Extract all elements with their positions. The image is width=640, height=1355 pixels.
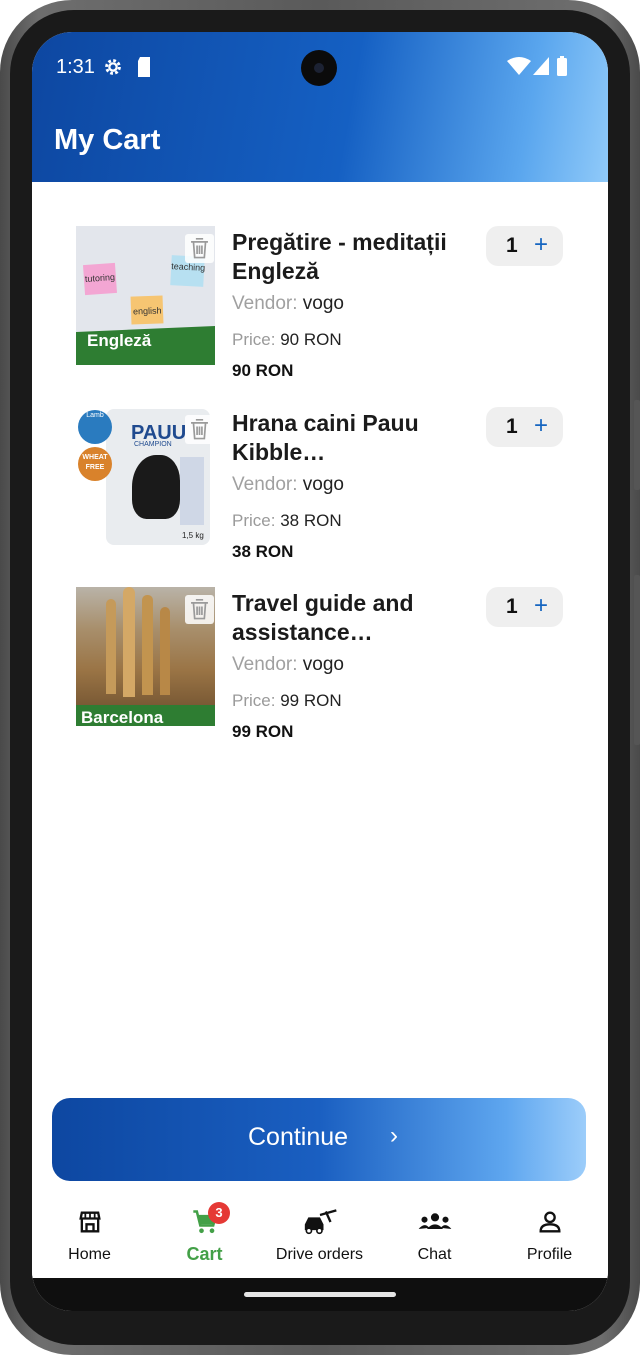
package-weight: 1,5 kg <box>182 531 204 540</box>
brand-sub: CHAMPION <box>134 441 172 448</box>
nav-item-home[interactable]: Home <box>32 1198 147 1278</box>
continue-label: Continue <box>248 1123 349 1151</box>
nav-item-cart[interactable]: Cart <box>147 1198 262 1278</box>
spire <box>123 587 135 697</box>
chevron-right-icon: › <box>390 1122 398 1149</box>
vendor-value: vogo <box>302 474 344 495</box>
spire <box>106 599 116 694</box>
nav-item-chat[interactable]: Chat <box>377 1198 492 1278</box>
nav-item-drive-orders[interactable]: Drive orders <box>262 1198 377 1278</box>
vendor-value: vogo <box>302 654 344 675</box>
vendor-line: Vendor: vogo <box>232 293 344 315</box>
settings-icon <box>105 59 121 75</box>
product-title[interactable]: Travel guide and assistance Barcelona <box>232 589 447 647</box>
page-title: My Cart <box>54 124 161 156</box>
lamb-badge: Lamb <box>78 410 112 444</box>
sticky-note: english <box>130 295 164 325</box>
app-screen: 1:31 My Cart tutoring teaching english E… <box>32 32 608 1311</box>
spire <box>160 607 170 695</box>
wifi-icon <box>507 57 531 75</box>
price-label: Price: <box>232 691 276 710</box>
quantity-value: 1 <box>506 595 518 618</box>
price-value: 90 RON <box>280 330 342 349</box>
trash-icon <box>191 237 208 259</box>
price-label: Price: <box>232 330 276 349</box>
system-navigation-bar <box>32 1278 608 1311</box>
product-image[interactable]: PAUU CHAMPION Lamb WHEAT FREE 1,5 kg <box>76 407 215 546</box>
product-title[interactable]: Pregătire - meditații Engleză <box>232 228 447 286</box>
vendor-label: Vendor: <box>232 474 298 495</box>
quantity-stepper: 1 + <box>486 226 563 266</box>
wheat-free-badge: WHEAT FREE <box>78 447 112 481</box>
spire <box>142 595 153 695</box>
delete-button[interactable] <box>185 234 214 263</box>
item-total: 38 RON <box>232 542 294 561</box>
app-header: 1:31 My Cart <box>32 32 608 182</box>
quantity-stepper: 1 + <box>486 587 563 627</box>
vendor-line: Vendor: vogo <box>232 654 344 676</box>
nav-label: Chat <box>417 1246 452 1263</box>
sticky-note: tutoring <box>82 262 118 296</box>
increment-button[interactable]: + <box>534 592 548 620</box>
dog-silhouette <box>132 455 180 519</box>
badge-text: WHEAT FREE <box>82 454 108 471</box>
item-total: 90 RON <box>232 361 294 380</box>
product-image[interactable]: Barcelona <box>76 587 215 726</box>
image-caption: Engleză <box>87 331 152 350</box>
price-value: 38 RON <box>280 511 342 530</box>
product-title[interactable]: Hrana caini Pauu Kibble monoproteic <box>232 409 447 467</box>
cart-item: tutoring teaching english Engleză Pregăt… <box>76 226 576 386</box>
signal-icon <box>533 57 549 75</box>
cart-item: PAUU CHAMPION Lamb WHEAT FREE 1,5 kg Hra… <box>76 407 576 567</box>
nav-label: Home <box>68 1246 111 1263</box>
person-icon <box>539 1211 561 1233</box>
price-value: 99 RON <box>280 691 342 710</box>
cart-count-badge: 3 <box>208 1202 230 1224</box>
volume-button <box>634 400 640 490</box>
price-line: Price: 38 RON <box>232 511 342 531</box>
sd-card-icon <box>138 57 150 77</box>
store-icon <box>79 1211 101 1233</box>
image-caption: Barcelona <box>81 708 164 726</box>
continue-button[interactable]: Continue › <box>52 1098 586 1181</box>
quantity-value: 1 <box>506 234 518 257</box>
increment-button[interactable]: + <box>534 412 548 440</box>
nav-label: Drive orders <box>275 1246 364 1263</box>
badge-text: Lamb <box>86 412 104 419</box>
vendor-line: Vendor: vogo <box>232 474 344 496</box>
bottom-navigation: Home Cart Drive orders Chat Profile <box>32 1198 608 1278</box>
nav-label: Cart <box>186 1244 223 1264</box>
price-label: Price: <box>232 511 276 530</box>
price-line: Price: 90 RON <box>232 330 342 350</box>
cart-item: Barcelona Travel guide and assistance Ba… <box>76 587 576 747</box>
status-time: 1:31 <box>56 56 95 78</box>
delete-button[interactable] <box>185 415 214 444</box>
price-line: Price: 99 RON <box>232 691 342 711</box>
trash-icon <box>191 598 208 620</box>
front-camera <box>301 50 337 86</box>
package-panel <box>180 457 204 525</box>
quantity-stepper: 1 + <box>486 407 563 447</box>
note-text: tutoring <box>84 271 116 285</box>
car-icon <box>304 1209 337 1235</box>
vendor-label: Vendor: <box>232 654 298 675</box>
product-image[interactable]: tutoring teaching english Engleză <box>76 226 215 365</box>
trash-icon <box>191 418 208 440</box>
nav-item-profile[interactable]: Profile <box>492 1198 607 1278</box>
power-button <box>634 575 640 745</box>
item-total: 99 RON <box>232 722 294 741</box>
home-indicator[interactable] <box>244 1292 396 1297</box>
quantity-value: 1 <box>506 415 518 438</box>
increment-button[interactable]: + <box>534 231 548 259</box>
vendor-value: vogo <box>302 293 344 314</box>
delete-button[interactable] <box>185 595 214 624</box>
battery-icon <box>557 56 567 76</box>
nav-label: Profile <box>526 1246 573 1263</box>
note-text: english <box>132 305 162 317</box>
people-icon <box>418 1213 452 1229</box>
vendor-label: Vendor: <box>232 293 298 314</box>
